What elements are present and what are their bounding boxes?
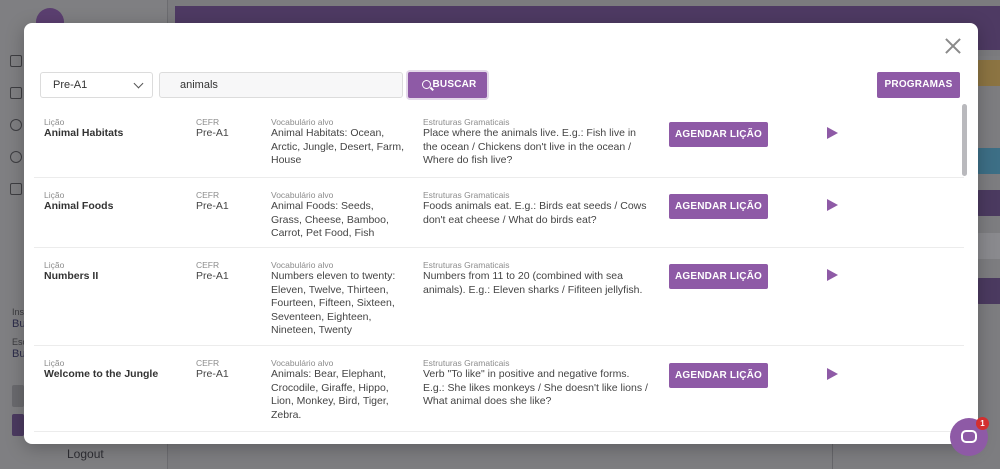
structures-value: Numbers from 11 to 20 (combined with sea… xyxy=(423,270,643,296)
vocab-cell: Vocabulário alvo Animals: Bear, Elephant… xyxy=(271,358,406,422)
cefr-label: CEFR xyxy=(196,260,220,270)
chevron-down-icon xyxy=(133,78,144,89)
structures-value: Place where the animals live. E.g.: Fish… xyxy=(423,127,637,166)
group-icon xyxy=(10,183,22,195)
cefr-value: Pre-A1 xyxy=(196,368,229,380)
cefr-cell: CEFR Pre-A1 xyxy=(196,117,256,141)
cefr-label: CEFR xyxy=(196,117,220,127)
lesson-title: Numbers II xyxy=(44,270,99,282)
programs-button[interactable]: PROGRAMAS xyxy=(877,72,960,98)
schedule-lesson-button[interactable]: AGENDAR LIÇÃO xyxy=(669,363,768,388)
search-input[interactable]: animals xyxy=(159,72,403,98)
search-button[interactable]: BUSCAR xyxy=(408,72,487,98)
search-icon xyxy=(422,80,431,89)
cefr-value: Pre-A1 xyxy=(196,127,229,139)
structures-cell: Estruturas Gramaticais Verb "To like" in… xyxy=(423,358,648,409)
vocab-value: Animals: Bear, Elephant, Crocodile, Gira… xyxy=(271,368,389,421)
lesson-cell: Lição Animal Habitats xyxy=(44,117,184,141)
lesson-cell: Lição Welcome to the Jungle xyxy=(44,358,184,382)
vocab-label: Vocabulário alvo xyxy=(271,358,334,368)
structures-cell: Estruturas Gramaticais Foods animals eat… xyxy=(423,190,648,227)
sidebar-widget-accent xyxy=(12,414,24,436)
bg-card-strip xyxy=(976,233,1000,259)
sidebar-label-institution: Ins xyxy=(12,307,25,317)
lesson-search-modal: Pre-A1 animals BUSCAR PROGRAMAS Lição An… xyxy=(24,23,978,444)
bg-card-strip xyxy=(976,148,1000,174)
search-input-value: animals xyxy=(180,79,218,91)
structures-cell: Estruturas Gramaticais Numbers from 11 t… xyxy=(423,260,648,297)
vocab-label: Vocabulário alvo xyxy=(271,190,334,200)
schedule-lesson-button[interactable]: AGENDAR LIÇÃO xyxy=(669,122,768,147)
cefr-cell: CEFR Pre-A1 xyxy=(196,190,256,214)
lesson-label: Lição xyxy=(44,358,65,368)
cefr-value: Pre-A1 xyxy=(196,270,229,282)
bg-card-strip xyxy=(976,278,1000,304)
lesson-label: Lição xyxy=(44,190,65,200)
lesson-label: Lição xyxy=(44,117,65,127)
schedule-lesson-button[interactable]: AGENDAR LIÇÃO xyxy=(669,194,768,219)
vocab-value: Animal Habitats: Ocean, Arctic, Jungle, … xyxy=(271,127,405,166)
lesson-title: Animal Habitats xyxy=(44,127,124,139)
structures-label: Estruturas Gramaticais xyxy=(423,117,510,127)
vocab-label: Vocabulário alvo xyxy=(271,117,334,127)
vocab-value: Animal Foods: Seeds, Grass, Cheese, Bamb… xyxy=(271,200,389,239)
cefr-cell: CEFR Pre-A1 xyxy=(196,260,256,284)
structures-value: Foods animals eat. E.g.: Birds eat seeds… xyxy=(423,200,647,226)
bg-card-strip xyxy=(976,190,1000,216)
search-button-label: BUSCAR xyxy=(432,79,477,90)
lesson-cell: Lição Numbers II xyxy=(44,260,184,284)
vocab-cell: Vocabulário alvo Animal Habitats: Ocean,… xyxy=(271,117,406,168)
chat-notification-badge: 1 xyxy=(976,417,989,430)
bg-card-strip xyxy=(976,60,1000,86)
lesson-cell: Lição Animal Foods xyxy=(44,190,184,214)
structures-cell: Estruturas Gramaticais Place where the a… xyxy=(423,117,648,168)
lesson-row: Lição Animal Habitats CEFR Pre-A1 Vocabu… xyxy=(34,105,964,178)
structures-label: Estruturas Gramaticais xyxy=(423,358,510,368)
lesson-title: Animal Foods xyxy=(44,200,114,212)
close-icon[interactable] xyxy=(942,35,964,57)
lesson-row: Lição Numbers II CEFR Pre-A1 Vocabulário… xyxy=(34,248,964,346)
schedule-lesson-button[interactable]: AGENDAR LIÇÃO xyxy=(669,264,768,289)
play-icon[interactable] xyxy=(827,368,838,380)
play-circle-icon xyxy=(10,119,22,131)
lesson-title: Welcome to the Jungle xyxy=(44,368,159,380)
level-select-value: Pre-A1 xyxy=(53,79,88,91)
cefr-label: CEFR xyxy=(196,190,220,200)
results-scrollbar[interactable] xyxy=(962,104,967,176)
cefr-value: Pre-A1 xyxy=(196,200,229,212)
lesson-results-list: Lição Animal Habitats CEFR Pre-A1 Vocabu… xyxy=(34,105,967,444)
logout-link[interactable]: Logout xyxy=(67,447,104,461)
users-icon xyxy=(10,87,22,99)
level-select[interactable]: Pre-A1 xyxy=(40,72,153,98)
lesson-row: Lição Welcome to the Jungle CEFR Pre-A1 … xyxy=(34,346,964,432)
vocab-cell: Vocabulário alvo Animal Foods: Seeds, Gr… xyxy=(271,190,406,241)
vocab-cell: Vocabulário alvo Numbers eleven to twent… xyxy=(271,260,406,338)
structures-label: Estruturas Gramaticais xyxy=(423,190,510,200)
lesson-label: Lição xyxy=(44,260,65,270)
vocab-value: Numbers eleven to twenty: Eleven, Twelve… xyxy=(271,270,396,336)
home-icon xyxy=(10,55,22,67)
structures-value: Verb "To like" in positive and negative … xyxy=(423,368,648,407)
play-icon[interactable] xyxy=(827,127,838,139)
vocab-label: Vocabulário alvo xyxy=(271,260,334,270)
play-icon[interactable] xyxy=(827,269,838,281)
cefr-label: CEFR xyxy=(196,358,220,368)
structures-label: Estruturas Gramaticais xyxy=(423,260,510,270)
chat-icon xyxy=(961,430,977,443)
gear-icon xyxy=(10,151,22,163)
lesson-row: Lição Animal Foods CEFR Pre-A1 Vocabulár… xyxy=(34,178,964,248)
cefr-cell: CEFR Pre-A1 xyxy=(196,358,256,382)
sidebar-widget xyxy=(12,385,24,407)
play-icon[interactable] xyxy=(827,199,838,211)
